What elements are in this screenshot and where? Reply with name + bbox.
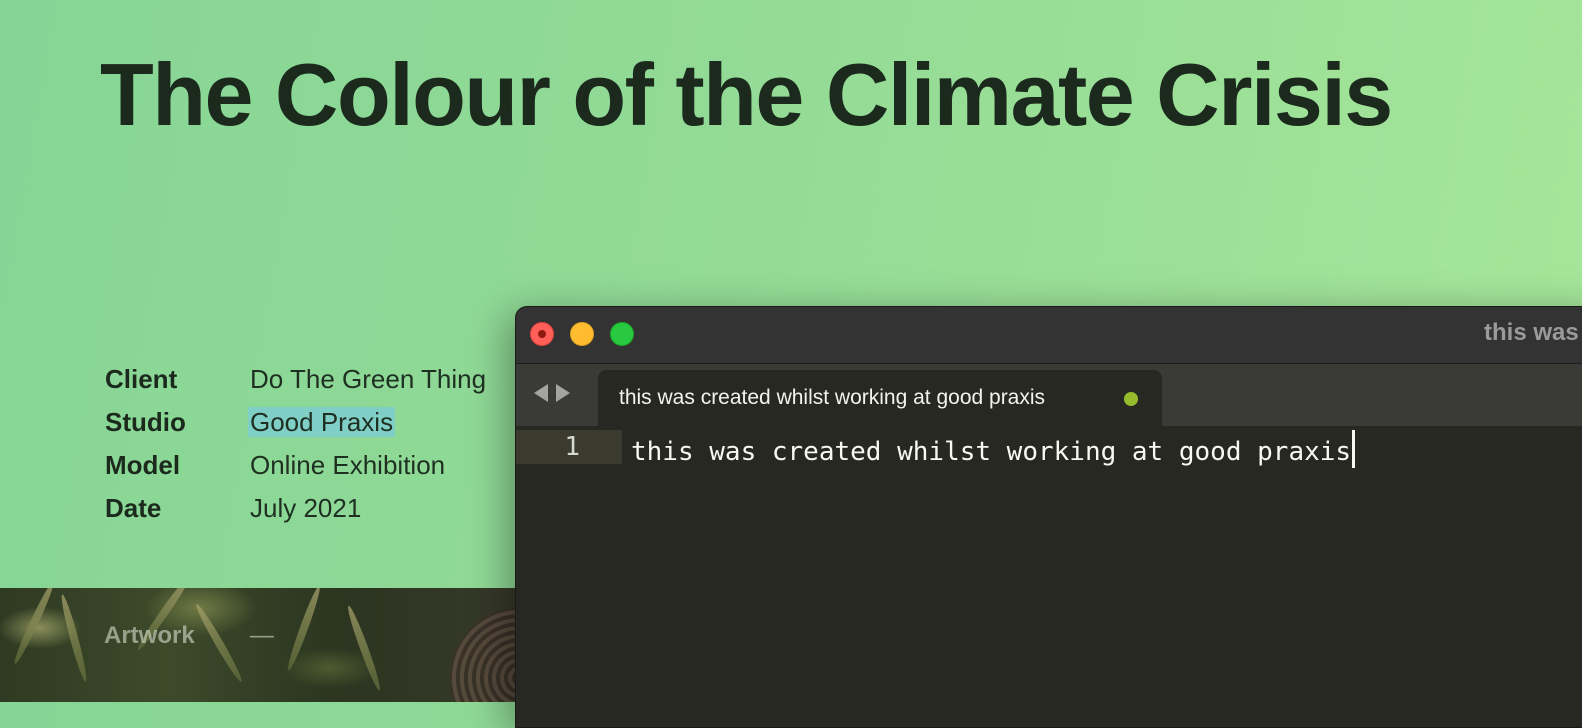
meta-key-studio: Studio (105, 407, 186, 437)
code-line[interactable]: this was created whilst working at good … (631, 430, 1356, 469)
line-number: 1 (564, 432, 580, 462)
selected-text-highlight[interactable]: Good Praxis (248, 407, 396, 437)
meta-value-model: Online Exhibition (250, 450, 446, 480)
meta-key-model: Model (105, 450, 181, 480)
artwork-leaf (284, 588, 324, 672)
unsaved-indicator-icon[interactable] (1124, 392, 1138, 406)
tab-active-file[interactable]: this was created whilst working at good … (598, 370, 1162, 426)
code-line-text: this was created whilst working at good … (631, 437, 1352, 467)
artwork-label: Artwork (104, 622, 195, 649)
tab-navigation (534, 384, 570, 402)
project-meta: Client Do The Green Thing Studio Good Pr… (105, 364, 486, 523)
editor-titlebar[interactable]: this was created whilst working at good … (516, 307, 1582, 364)
meta-value-date: July 2021 (250, 493, 362, 523)
forward-arrow-icon[interactable] (556, 384, 570, 402)
artwork-dash: — (250, 622, 274, 649)
artwork-leaf (58, 593, 90, 683)
page-title: The Colour of the Climate Crisis (100, 45, 1393, 144)
artwork-leaf (344, 604, 384, 692)
maximize-window-button[interactable] (610, 322, 634, 346)
meta-value-client: Do The Green Thing (250, 364, 487, 394)
artwork-leaf (193, 602, 245, 684)
back-arrow-icon[interactable] (534, 384, 548, 402)
window-title: this was created whilst working at good … (1484, 319, 1582, 346)
meta-value-studio: Good Praxis (248, 407, 486, 437)
artwork-leaf (11, 588, 57, 666)
artwork-image: Artwork — (0, 588, 560, 702)
minimize-window-button[interactable] (570, 322, 594, 346)
close-window-button[interactable] (530, 322, 554, 346)
text-cursor (1352, 430, 1356, 468)
code-editor[interactable]: 1 this was created whilst working at goo… (516, 426, 1582, 726)
meta-key-client: Client (105, 364, 178, 394)
tab-label: this was created whilst working at good … (619, 386, 1046, 409)
tab-bar: this was created whilst working at good … (516, 364, 1582, 426)
editor-window: this was created whilst working at good … (515, 306, 1582, 728)
meta-key-date: Date (105, 493, 162, 523)
